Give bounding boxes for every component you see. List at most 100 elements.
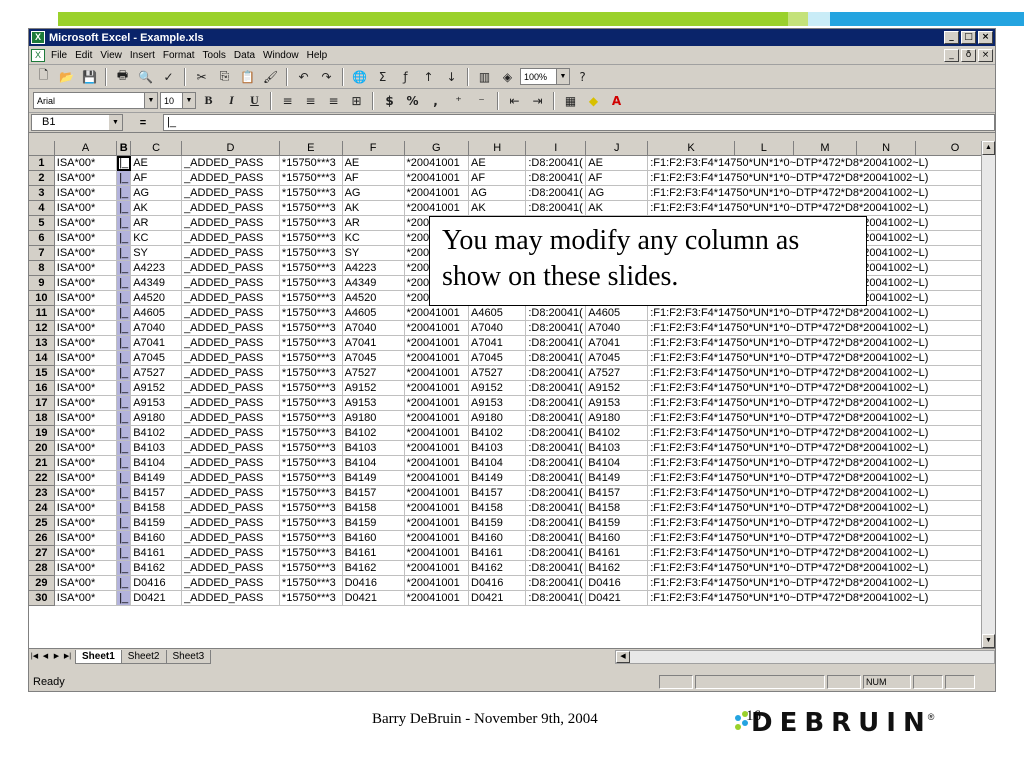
cell-k[interactable]: :F1:F2:F3:F4*14750*UN*1*0~DTP*472*D8*200… xyxy=(647,500,995,516)
cell-j[interactable]: A7040 xyxy=(585,320,649,336)
cell-e[interactable]: *15750***3 xyxy=(279,410,343,426)
cell-f[interactable]: KC xyxy=(342,230,405,246)
cell-j[interactable]: A7041 xyxy=(585,335,649,351)
excel-app-icon[interactable]: X xyxy=(31,31,45,44)
cell-i[interactable]: :D8:20041( xyxy=(525,155,587,171)
cell-a[interactable]: ISA*00* xyxy=(54,380,118,396)
cell-a[interactable]: ISA*00* xyxy=(54,200,118,216)
cell-d[interactable]: _ADDED_PASS xyxy=(181,545,280,561)
cell-g[interactable]: *20041001 xyxy=(404,185,470,201)
cell-f[interactable]: AG xyxy=(342,185,405,201)
cell-a[interactable]: ISA*00* xyxy=(54,155,118,171)
select-all-corner[interactable] xyxy=(29,141,55,156)
cell-h[interactable]: D0416 xyxy=(468,575,527,591)
cell-k[interactable]: :F1:F2:F3:F4*14750*UN*1*0~DTP*472*D8*200… xyxy=(647,560,995,576)
cell-b[interactable]: |_ xyxy=(116,470,132,486)
cell-c[interactable]: A9152 xyxy=(130,380,183,396)
cell-a[interactable]: ISA*00* xyxy=(54,185,118,201)
cell-j[interactable]: A7045 xyxy=(585,350,649,366)
cell-c[interactable]: AF xyxy=(130,170,183,186)
cell-g[interactable]: *20041001 xyxy=(404,395,470,411)
cell-g[interactable]: *20041001 xyxy=(404,425,470,441)
row-header[interactable]: 21 xyxy=(29,455,55,471)
row-header[interactable]: 11 xyxy=(29,305,55,321)
cell-d[interactable]: _ADDED_PASS xyxy=(181,590,280,606)
cell-k[interactable]: :F1:F2:F3:F4*14750*UN*1*0~DTP*472*D8*200… xyxy=(647,470,995,486)
cell-b[interactable]: |_ xyxy=(116,575,132,591)
cell-i[interactable]: :D8:20041( xyxy=(525,470,587,486)
cell-f[interactable]: B4161 xyxy=(342,545,405,561)
column-header[interactable]: J xyxy=(585,141,649,156)
cell-a[interactable]: ISA*00* xyxy=(54,425,118,441)
cell-h[interactable]: A9180 xyxy=(468,410,527,426)
cell-k[interactable]: :F1:F2:F3:F4*14750*UN*1*0~DTP*472*D8*200… xyxy=(647,590,995,606)
cell-e[interactable]: *15750***3 xyxy=(279,530,343,546)
bold-button[interactable]: B xyxy=(198,91,219,111)
cell-d[interactable]: _ADDED_PASS xyxy=(181,365,280,381)
undo-icon[interactable]: ↶ xyxy=(293,67,314,87)
cell-e[interactable]: *15750***3 xyxy=(279,185,343,201)
cell-d[interactable]: _ADDED_PASS xyxy=(181,440,280,456)
cell-g[interactable]: *20041001 xyxy=(404,410,470,426)
row-header[interactable]: 16 xyxy=(29,380,55,396)
cell-h[interactable]: B4103 xyxy=(468,440,527,456)
cell-c[interactable]: B4102 xyxy=(130,425,183,441)
cell-e[interactable]: *15750***3 xyxy=(279,335,343,351)
cell-k[interactable]: :F1:F2:F3:F4*14750*UN*1*0~DTP*472*D8*200… xyxy=(647,350,995,366)
merge-center-icon[interactable]: ⊞ xyxy=(346,91,367,111)
cell-k[interactable]: :F1:F2:F3:F4*14750*UN*1*0~DTP*472*D8*200… xyxy=(647,305,995,321)
cell-f[interactable]: D0416 xyxy=(342,575,405,591)
cell-e[interactable]: *15750***3 xyxy=(279,590,343,606)
cell-a[interactable]: ISA*00* xyxy=(54,290,118,306)
cell-i[interactable]: :D8:20041( xyxy=(525,335,587,351)
row-header[interactable]: 27 xyxy=(29,545,55,561)
cell-h[interactable]: A7041 xyxy=(468,335,527,351)
save-icon[interactable]: 💾 xyxy=(79,67,100,87)
cell-h[interactable]: B4162 xyxy=(468,560,527,576)
row-header[interactable]: 24 xyxy=(29,500,55,516)
cell-b[interactable]: |_ xyxy=(116,500,132,516)
cell-d[interactable]: _ADDED_PASS xyxy=(181,425,280,441)
row-header[interactable]: 13 xyxy=(29,335,55,351)
cell-i[interactable]: :D8:20041( xyxy=(525,380,587,396)
cell-e[interactable]: *15750***3 xyxy=(279,485,343,501)
cell-b[interactable]: |_ xyxy=(116,590,132,606)
cell-a[interactable]: ISA*00* xyxy=(54,260,118,276)
cell-b[interactable]: |_ xyxy=(116,380,132,396)
row-header[interactable]: 18 xyxy=(29,410,55,426)
cell-c[interactable]: A4349 xyxy=(130,275,183,291)
cell-i[interactable]: :D8:20041( xyxy=(525,350,587,366)
cell-d[interactable]: _ADDED_PASS xyxy=(181,455,280,471)
cell-a[interactable]: ISA*00* xyxy=(54,245,118,261)
row-header[interactable]: 26 xyxy=(29,530,55,546)
row-header[interactable]: 15 xyxy=(29,365,55,381)
cell-e[interactable]: *15750***3 xyxy=(279,425,343,441)
spelling-icon[interactable]: ✓ xyxy=(158,67,179,87)
cell-c[interactable]: B4161 xyxy=(130,545,183,561)
row-header[interactable]: 20 xyxy=(29,440,55,456)
row-header[interactable]: 9 xyxy=(29,275,55,291)
cell-j[interactable]: D0416 xyxy=(585,575,649,591)
cell-e[interactable]: *15750***3 xyxy=(279,545,343,561)
column-header[interactable]: M xyxy=(793,141,857,156)
cell-g[interactable]: *20041001 xyxy=(404,545,470,561)
cell-k[interactable]: :F1:F2:F3:F4*14750*UN*1*0~DTP*472*D8*200… xyxy=(647,530,995,546)
cell-j[interactable]: A9152 xyxy=(585,380,649,396)
cell-j[interactable]: B4149 xyxy=(585,470,649,486)
formula-input[interactable]: |_ xyxy=(163,114,995,131)
cell-c[interactable]: A4605 xyxy=(130,305,183,321)
menu-edit[interactable]: Edit xyxy=(75,50,92,61)
cell-h[interactable]: B4149 xyxy=(468,470,527,486)
column-header-selected[interactable]: B xyxy=(116,141,132,156)
print-preview-icon[interactable]: 🔍 xyxy=(135,67,156,87)
cell-h[interactable]: A7045 xyxy=(468,350,527,366)
zoom-select[interactable]: 100% ▼ xyxy=(520,68,570,85)
cell-e[interactable]: *15750***3 xyxy=(279,350,343,366)
column-header[interactable]: A xyxy=(54,141,118,156)
function-icon[interactable]: ƒ xyxy=(395,67,416,87)
cell-c[interactable]: A7527 xyxy=(130,365,183,381)
cell-a[interactable]: ISA*00* xyxy=(54,305,118,321)
cell-d[interactable]: _ADDED_PASS xyxy=(181,395,280,411)
cell-b[interactable]: |_ xyxy=(116,170,132,186)
cell-e[interactable]: *15750***3 xyxy=(279,560,343,576)
